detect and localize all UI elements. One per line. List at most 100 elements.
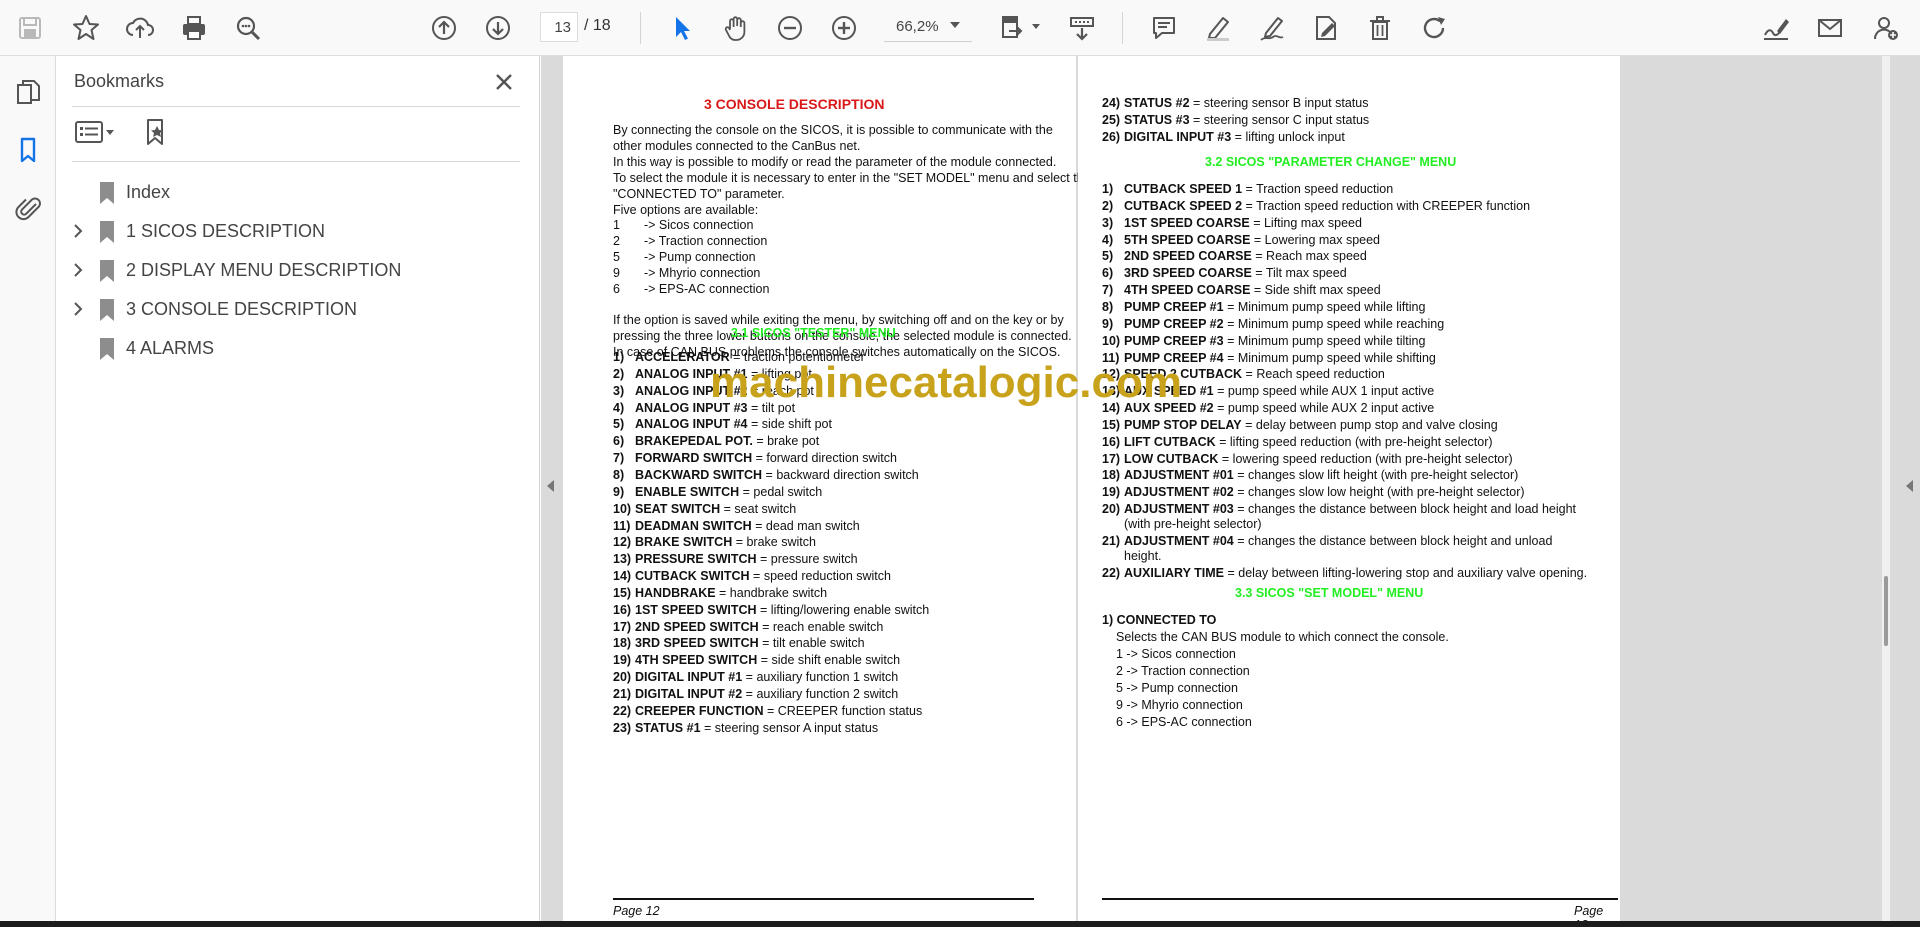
item-description: = Lowering max speed	[1250, 232, 1381, 247]
list-item: 11) DEADMAN SWITCH = dead man switch	[613, 519, 1093, 535]
item-text: STATUS #1 = steering sensor A input stat…	[635, 721, 878, 735]
delete-button[interactable]	[1360, 8, 1400, 48]
option-row: 6 -> EPS-AC connection	[613, 282, 813, 298]
list-item: 15) PUMP STOP DELAY = delay between pump …	[1102, 418, 1582, 434]
vertical-scrollbar[interactable]	[1882, 56, 1890, 921]
bookmark-item[interactable]: 2 DISPLAY MENU DESCRIPTION	[56, 252, 540, 288]
bookmark-item[interactable]: Index	[56, 174, 540, 210]
item-description: = auxiliary function 1 switch	[742, 670, 899, 685]
item-description: = Side shift max speed	[1250, 283, 1381, 298]
panel-divider	[72, 161, 520, 162]
chevron-right-icon[interactable]	[70, 301, 86, 317]
list-item: 19) ADJUSTMENT #02 = changes slow low hei…	[1102, 485, 1582, 501]
item-text: 3RD SPEED SWITCH = tilt enable switch	[635, 636, 865, 650]
page-fit-caret-icon[interactable]	[1032, 24, 1040, 29]
navigation-rail	[0, 56, 56, 921]
subsection-heading: 3.2 SICOS "PARAMETER CHANGE" MENU	[1205, 155, 1457, 169]
item-keyword: ADJUSTMENT #01	[1124, 468, 1234, 483]
page-thumbnails-button[interactable]	[8, 72, 48, 112]
item-description: = steering sensor B input status	[1189, 96, 1369, 110]
item-keyword: SEAT SWITCH	[635, 501, 721, 516]
item-keyword: PUMP CREEP #2	[1124, 316, 1224, 331]
list-item: 21) ADJUSTMENT #04 = changes the distance…	[1102, 534, 1582, 563]
bookmark-item[interactable]: 1 SICOS DESCRIPTION	[56, 213, 540, 249]
bookmark-item[interactable]: 4 ALARMS	[56, 330, 540, 366]
page-fit-button[interactable]	[992, 8, 1032, 48]
item-text: CUTBACK SWITCH = speed reduction switch	[635, 569, 891, 583]
arrow-up-circle-icon	[432, 16, 456, 40]
item-description: = reach enable switch	[758, 619, 884, 634]
collapse-right-panel-arrow[interactable]	[1906, 480, 1913, 492]
highlight-button[interactable]	[1198, 8, 1238, 48]
email-icon	[1818, 19, 1842, 37]
item-keyword: CREEPER FUNCTION	[635, 703, 764, 718]
attachments-button[interactable]	[8, 188, 48, 228]
item-keyword: 5TH SPEED COARSE	[1124, 232, 1251, 247]
page-12: 3 CONSOLE DESCRIPTION By connecting the …	[563, 56, 1091, 921]
set-model-option: 6 -> EPS-AC connection	[1116, 715, 1252, 729]
rotate-button[interactable]	[1414, 8, 1454, 48]
chevron-down-icon[interactable]	[950, 22, 960, 28]
option-description: -> Pump connection	[644, 250, 756, 264]
item-number: 12)	[613, 535, 632, 550]
item-keyword: PUMP CREEP #3	[1124, 333, 1224, 348]
item-text: 4TH SPEED SWITCH = side shift enable swi…	[635, 653, 900, 667]
option-number: 1	[613, 218, 620, 232]
zoom-out-button[interactable]	[770, 8, 810, 48]
scrollbar-thumb[interactable]	[1884, 576, 1888, 646]
set-model-option: 2 -> Traction connection	[1116, 664, 1250, 678]
bookmarks-panel: Bookmarks Index 1 SICOS DESCRIPTION 2 DISP…	[56, 56, 540, 921]
page-footer: Page 12	[613, 904, 660, 918]
subsection-heading: 3.3 SICOS "SET MODEL" MENU	[1235, 586, 1424, 600]
zoom-in-button[interactable]	[824, 8, 864, 48]
email-button[interactable]	[1810, 8, 1850, 48]
chevron-right-icon[interactable]	[70, 262, 86, 278]
bookmark-item[interactable]: 3 CONSOLE DESCRIPTION	[56, 291, 540, 327]
zoom-search-icon	[236, 16, 261, 41]
bookmarks-panel-button[interactable]	[8, 130, 48, 170]
bookmark-star-button[interactable]	[66, 8, 106, 48]
next-page-button[interactable]	[478, 8, 518, 48]
item-keyword: PUMP STOP DELAY	[1124, 417, 1242, 432]
list-item: 14) CUTBACK SWITCH = speed reduction swit…	[613, 569, 1093, 585]
item-number: 16)	[1102, 434, 1121, 449]
item-description: = lifting speed reduction (with pre-heig…	[1215, 434, 1493, 449]
fill-sign-button[interactable]	[1756, 8, 1796, 48]
main-toolbar: / 18 66,2%	[0, 0, 1920, 56]
list-item: 6) BRAKEPEDAL POT. = brake pot	[613, 434, 1093, 450]
item-keyword: BRAKEPEDAL POT.	[635, 434, 753, 449]
find-button[interactable]	[228, 8, 268, 48]
star-icon	[73, 15, 99, 40]
item-number: 3)	[1102, 215, 1114, 230]
hand-tool-button[interactable]	[716, 8, 756, 48]
cursor-icon	[676, 17, 690, 40]
stamp-button[interactable]	[1306, 8, 1346, 48]
page-number-input[interactable]	[540, 12, 578, 42]
bookmark-icon	[96, 336, 118, 362]
upload-button[interactable]	[120, 8, 160, 48]
save-button[interactable]	[10, 8, 50, 48]
item-keyword: FORWARD SWITCH	[635, 451, 753, 466]
comment-button[interactable]	[1144, 8, 1184, 48]
item-text: DIGITAL INPUT #3 = lifting unlock input	[1124, 130, 1345, 144]
item-description: = lifting/lowering enable switch	[756, 602, 930, 617]
print-button[interactable]	[174, 8, 214, 48]
select-tool-button[interactable]	[662, 8, 702, 48]
item-number: 26)	[1102, 129, 1121, 144]
item-number: 4)	[613, 400, 625, 415]
draw-button[interactable]	[1252, 8, 1292, 48]
scroll-mode-button[interactable]	[1062, 8, 1102, 48]
new-bookmark-button[interactable]	[136, 114, 176, 150]
list-item: 21) DIGITAL INPUT #2 = auxiliary function…	[613, 687, 1093, 703]
list-item: 7) FORWARD SWITCH = forward direction swi…	[613, 451, 1093, 467]
share-button[interactable]	[1866, 8, 1906, 48]
bookmark-options-button[interactable]	[70, 114, 122, 150]
collapse-left-panel-arrow[interactable]	[547, 480, 554, 492]
set-model-option: 5 -> Pump connection	[1116, 681, 1238, 695]
chevron-right-icon[interactable]	[70, 223, 86, 239]
close-panel-button[interactable]	[488, 66, 520, 98]
paragraph-line: In this way is possible to modify or rea…	[613, 155, 1057, 169]
item-text: PUMP CREEP #2 = Minimum pump speed while…	[1124, 317, 1444, 331]
previous-page-button[interactable]	[424, 8, 464, 48]
sign-icon	[1764, 19, 1789, 40]
